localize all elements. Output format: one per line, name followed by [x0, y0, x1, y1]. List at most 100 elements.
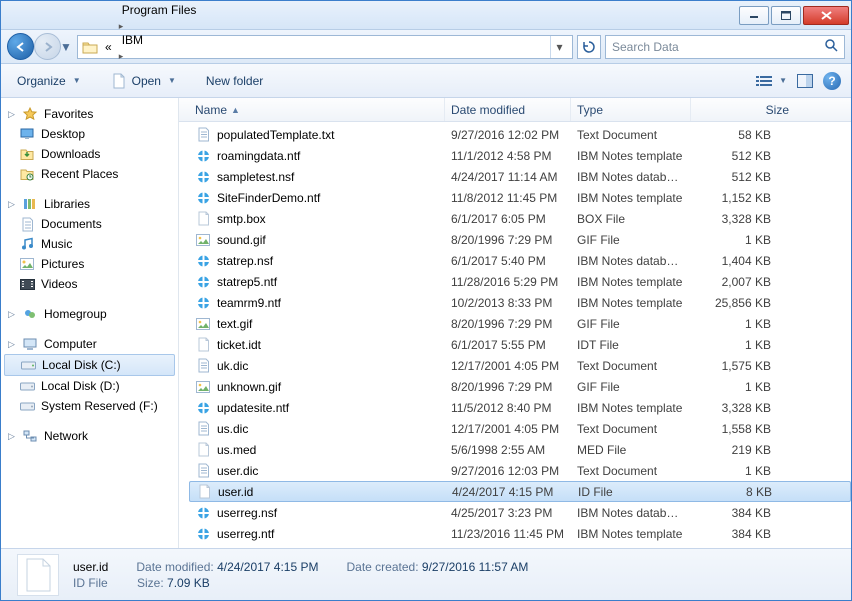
pictures-icon: [19, 256, 35, 272]
col-type[interactable]: Type: [571, 98, 691, 121]
file-row[interactable]: text.gif8/20/1996 7:29 PMGIF File1 KB: [189, 313, 851, 334]
file-size: 1,558 KB: [691, 422, 777, 436]
file-name: user.dic: [217, 464, 258, 478]
forward-button[interactable]: [34, 33, 61, 60]
file-row[interactable]: userreg.ntf11/23/2016 11:45 PMIBM Notes …: [189, 523, 851, 544]
sidebar-item-music[interactable]: Music: [1, 234, 178, 254]
file-date: 12/17/2001 4:05 PM: [445, 422, 571, 436]
file-row[interactable]: user.id4/24/2017 4:15 PMID File8 KB: [189, 481, 851, 502]
file-type: IBM Notes database: [571, 254, 691, 268]
sidebar-item-desktop[interactable]: Desktop: [1, 124, 178, 144]
file-type-icon: [195, 232, 211, 248]
file-list[interactable]: populatedTemplate.txt9/27/2016 12:02 PMT…: [179, 122, 851, 548]
file-name: statrep.nsf: [217, 254, 273, 268]
new-folder-button[interactable]: New folder: [200, 71, 269, 91]
sidebar-item-documents[interactable]: Documents: [1, 214, 178, 234]
breadcrumb-sep[interactable]: ▸: [119, 20, 124, 31]
file-type-icon: [195, 442, 211, 458]
file-size: 512 KB: [691, 149, 777, 163]
file-type: IBM Notes template: [571, 401, 691, 415]
sort-asc-icon: ▲: [231, 105, 240, 115]
maximize-button[interactable]: [771, 6, 801, 25]
file-size: 512 KB: [691, 170, 777, 184]
file-type-icon: [195, 337, 211, 353]
file-type: IDT File: [571, 338, 691, 352]
search-box[interactable]: Search Data: [605, 35, 845, 59]
file-row[interactable]: updatesite.ntf11/5/2012 8:40 PMIBM Notes…: [189, 397, 851, 418]
sidebar-network[interactable]: ▷Network: [1, 426, 178, 446]
file-row[interactable]: statrep.nsf6/1/2017 5:40 PMIBM Notes dat…: [189, 250, 851, 271]
details-type: ID File: [73, 576, 109, 590]
file-row[interactable]: ticket.idt6/1/2017 5:55 PMIDT File1 KB: [189, 334, 851, 355]
sidebar-favorites[interactable]: ▷Favorites: [1, 104, 178, 124]
file-row[interactable]: populatedTemplate.txt9/27/2016 12:02 PMT…: [189, 124, 851, 145]
file-date: 11/1/2012 4:58 PM: [445, 149, 571, 163]
file-type: BOX File: [571, 212, 691, 226]
file-date: 4/24/2017 4:15 PM: [446, 485, 572, 499]
view-button[interactable]: ▼: [755, 74, 787, 88]
file-name: sampletest.nsf: [217, 170, 294, 184]
file-row[interactable]: sampletest.nsf4/24/2017 11:14 AMIBM Note…: [189, 166, 851, 187]
sidebar-computer[interactable]: ▷Computer: [1, 334, 178, 354]
sidebar-libraries[interactable]: ▷Libraries: [1, 194, 178, 214]
sidebar-item-local-d[interactable]: Local Disk (D:): [1, 376, 178, 396]
address-dropdown[interactable]: ▾: [550, 36, 568, 58]
breadcrumb-2[interactable]: IBM: [119, 32, 204, 48]
sidebar-item-videos[interactable]: Videos: [1, 274, 178, 294]
nav-history-dropdown[interactable]: ▼: [59, 37, 73, 57]
file-row[interactable]: SiteFinderDemo.ntf11/8/2012 11:45 PMIBM …: [189, 187, 851, 208]
open-button[interactable]: Open▼: [105, 70, 182, 92]
file-row[interactable]: user.dic9/27/2016 12:03 PMText Document1…: [189, 460, 851, 481]
file-type: Text Document: [571, 422, 691, 436]
sidebar-item-pictures[interactable]: Pictures: [1, 254, 178, 274]
file-row[interactable]: unknown.gif8/20/1996 7:29 PMGIF File1 KB: [189, 376, 851, 397]
file-row[interactable]: us.dic12/17/2001 4:05 PMText Document1,5…: [189, 418, 851, 439]
col-name[interactable]: Name▲: [189, 98, 445, 121]
close-button[interactable]: [803, 6, 849, 25]
file-size: 1 KB: [691, 380, 777, 394]
file-type: GIF File: [571, 317, 691, 331]
file-size: 1 KB: [691, 464, 777, 478]
network-icon: [22, 428, 38, 444]
sidebar-item-local-c[interactable]: Local Disk (C:): [4, 354, 175, 376]
file-row[interactable]: smtp.box6/1/2017 6:05 PMBOX File3,328 KB: [189, 208, 851, 229]
col-size[interactable]: Size: [691, 98, 795, 121]
sidebar-item-downloads[interactable]: Downloads: [1, 144, 178, 164]
file-name: roamingdata.ntf: [217, 149, 300, 163]
file-row[interactable]: us.med5/6/1998 2:55 AMMED File219 KB: [189, 439, 851, 460]
file-date: 11/28/2016 5:29 PM: [445, 275, 571, 289]
file-row[interactable]: uk.dic12/17/2001 4:05 PMText Document1,5…: [189, 355, 851, 376]
file-icon: [111, 73, 127, 89]
preview-pane-button[interactable]: [797, 74, 813, 88]
file-row[interactable]: statrep5.ntf11/28/2016 5:29 PMIBM Notes …: [189, 271, 851, 292]
file-name: text.gif: [217, 317, 252, 331]
file-row[interactable]: sound.gif8/20/1996 7:29 PMGIF File1 KB: [189, 229, 851, 250]
breadcrumb-sep[interactable]: ▸: [119, 0, 124, 1]
crumb-prefix[interactable]: «: [102, 39, 115, 55]
organize-button[interactable]: Organize▼: [11, 71, 87, 91]
file-pane: Name▲ Date modified Type Size populatedT…: [179, 98, 851, 548]
sidebar-item-recent[interactable]: Recent Places: [1, 164, 178, 184]
search-placeholder: Search Data: [612, 40, 679, 54]
file-type: Text Document: [571, 464, 691, 478]
drive-icon: [20, 357, 36, 373]
refresh-button[interactable]: [577, 35, 601, 59]
col-date[interactable]: Date modified: [445, 98, 571, 121]
drive-icon: [19, 398, 35, 414]
file-row[interactable]: teamrm9.ntf10/2/2013 8:33 PMIBM Notes te…: [189, 292, 851, 313]
file-date: 6/1/2017 6:05 PM: [445, 212, 571, 226]
breadcrumb-sep[interactable]: ▸: [119, 50, 124, 61]
file-type-icon: [195, 463, 211, 479]
folder-icon: [82, 39, 98, 55]
file-row[interactable]: userreg.nsf4/25/2017 3:23 PMIBM Notes da…: [189, 502, 851, 523]
sidebar-item-system-reserved[interactable]: System Reserved (F:): [1, 396, 178, 416]
minimize-button[interactable]: [739, 6, 769, 25]
help-button[interactable]: ?: [823, 72, 841, 90]
file-row[interactable]: roamingdata.ntf11/1/2012 4:58 PMIBM Note…: [189, 145, 851, 166]
file-type-icon: [195, 148, 211, 164]
back-button[interactable]: [7, 33, 34, 60]
file-size: 384 KB: [691, 506, 777, 520]
address-bar[interactable]: « Local Disk (C:)▸Program Files▸IBM▸Note…: [77, 35, 573, 59]
breadcrumb-1[interactable]: Program Files: [119, 2, 204, 18]
sidebar-homegroup[interactable]: ▷Homegroup: [1, 304, 178, 324]
